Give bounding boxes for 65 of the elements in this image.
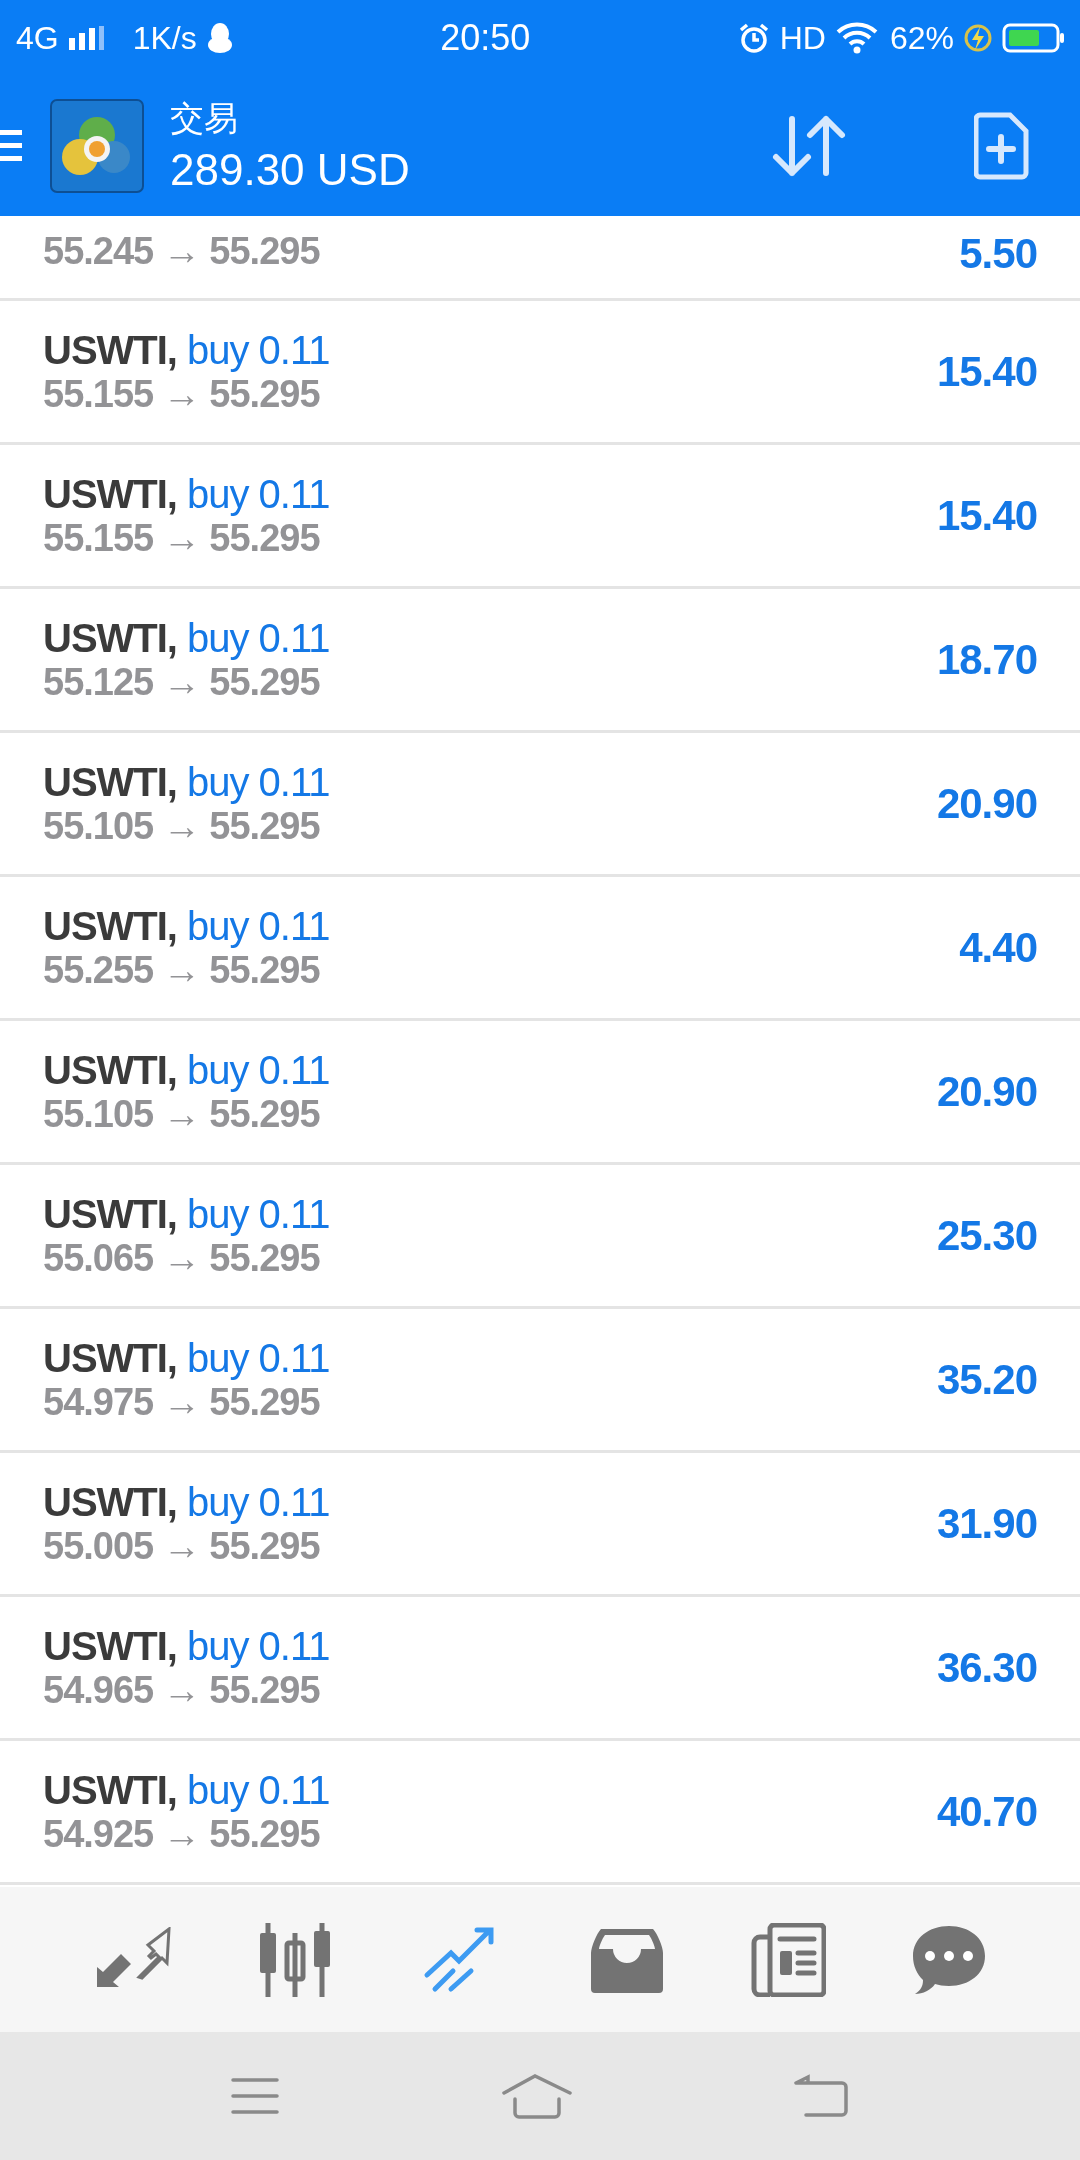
network-type: 4G xyxy=(16,19,59,57)
symbol-name: USWTI, xyxy=(43,1191,177,1237)
hd-label: HD xyxy=(779,19,826,57)
order-type: buy 0.11 xyxy=(187,1623,330,1669)
profit-value: 5.50 xyxy=(959,230,1037,278)
order-type: buy 0.11 xyxy=(187,1191,330,1237)
order-type: buy 0.11 xyxy=(187,759,330,805)
alarm-icon xyxy=(737,22,770,54)
symbol-name: USWTI, xyxy=(43,1623,177,1669)
profit-value: 18.70 xyxy=(936,635,1037,684)
order-type: buy 0.11 xyxy=(187,327,330,373)
price-range: 55.255 → 55.295 xyxy=(43,948,321,992)
profit-value: 36.30 xyxy=(936,1643,1037,1692)
order-type: buy 0.11 xyxy=(187,1767,330,1813)
symbol-name: USWTI, xyxy=(43,1479,177,1525)
price-range: 55.005 → 55.295 xyxy=(43,1524,321,1568)
profit-value: 15.40 xyxy=(936,491,1037,540)
newspaper-icon[interactable] xyxy=(749,1922,826,1997)
clock-time: 20:50 xyxy=(440,17,531,59)
app-logo-icon xyxy=(50,99,144,193)
profit-value: 31.90 xyxy=(936,1499,1037,1548)
symbol-name: USWTI, xyxy=(43,471,177,517)
profit-value: 20.90 xyxy=(936,1067,1037,1116)
profit-value: 40.70 xyxy=(936,1787,1037,1836)
charging-icon xyxy=(964,23,992,53)
price-range: 55.105 → 55.295 xyxy=(43,1092,321,1136)
menu-icon[interactable] xyxy=(230,2076,281,2116)
profit-value: 25.30 xyxy=(936,1211,1037,1260)
home-icon[interactable] xyxy=(501,2073,573,2119)
back-icon[interactable] xyxy=(793,2073,850,2119)
order-type: buy 0.11 xyxy=(187,471,330,517)
symbol-name: USWTI, xyxy=(43,759,177,805)
inbox-icon[interactable] xyxy=(588,1926,665,1993)
order-type: buy 0.11 xyxy=(187,615,330,661)
symbol-name: USWTI, xyxy=(43,1335,177,1381)
price-range: 55.155 → 55.295 xyxy=(43,372,321,416)
new-order-icon[interactable] xyxy=(974,111,1030,181)
account-balance: 289.30 USD xyxy=(170,144,410,196)
symbol-name: USWTI, xyxy=(43,903,177,949)
order-type: buy 0.11 xyxy=(187,903,330,949)
symbol-name: USWTI, xyxy=(43,327,177,373)
profit-value: 15.40 xyxy=(936,347,1037,396)
price-range: 55.125 → 55.295 xyxy=(43,660,321,704)
order-type: buy 0.11 xyxy=(187,1335,330,1381)
profit-value: 4.40 xyxy=(959,923,1037,972)
chat-bubble-icon[interactable] xyxy=(911,1923,988,1996)
price-range: 55.065 → 55.295 xyxy=(43,1236,321,1280)
symbol-name: USWTI, xyxy=(43,1767,177,1813)
symbol-name: USWTI, xyxy=(43,615,177,661)
battery-icon xyxy=(1002,23,1066,53)
profit-value: 20.90 xyxy=(936,779,1037,828)
price-range: 54.975 → 55.295 xyxy=(43,1380,321,1424)
order-type: buy 0.11 xyxy=(187,1047,330,1093)
price-range: 54.965 → 55.295 xyxy=(43,1668,321,1712)
wifi-icon xyxy=(835,22,880,54)
order-type: buy 0.11 xyxy=(187,1479,330,1525)
battery-percent: 62% xyxy=(889,19,954,57)
price-range: 55.155 → 55.295 xyxy=(43,516,321,560)
symbol-name: USWTI, xyxy=(43,1047,177,1093)
network-speed: 1K/s xyxy=(132,19,197,57)
screen-title: 交易 xyxy=(170,98,239,139)
price-range: 55.245 → 55.295 xyxy=(43,230,320,273)
price-range: 55.105 → 55.295 xyxy=(43,804,321,848)
profit-value: 35.20 xyxy=(936,1355,1037,1404)
price-range: 54.925 → 55.295 xyxy=(43,1812,321,1856)
